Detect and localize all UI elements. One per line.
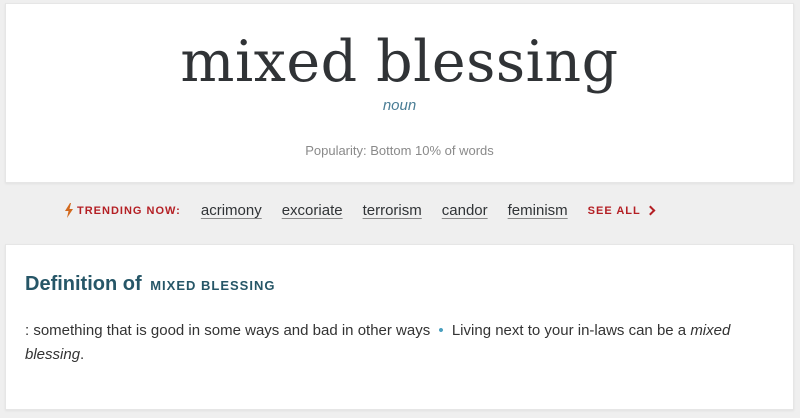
headword: mixed blessing <box>180 29 619 95</box>
example-text-after: . <box>80 346 85 363</box>
see-all-link[interactable]: SEE ALL <box>587 204 656 217</box>
trending-link-feminism[interactable]: feminism <box>508 202 568 219</box>
chevron-right-icon <box>645 205 656 216</box>
trending-bar: TRENDING NOW: acrimony excoriate terrori… <box>64 202 656 219</box>
entry-header-card: mixed blessing noun Popularity: Bottom 1… <box>5 3 794 183</box>
definition-card: Definition of MIXED BLESSING : something… <box>5 244 794 410</box>
bullet-icon: • <box>438 322 444 339</box>
lightning-bolt-icon <box>65 203 73 218</box>
see-all-label: SEE ALL <box>587 204 641 217</box>
trending-link-excoriate[interactable]: excoriate <box>282 202 343 219</box>
trending-link-terrorism[interactable]: terrorism <box>363 202 422 219</box>
definition-heading-word: MIXED BLESSING <box>150 278 276 293</box>
part-of-speech[interactable]: noun <box>6 97 793 114</box>
trending-label: TRENDING NOW: <box>77 204 181 217</box>
definition-body: : something that is good in some ways an… <box>25 319 785 367</box>
example-text-before: Living next to your in-laws can be a <box>451 322 687 339</box>
definition-heading-prefix: Definition of <box>25 273 142 295</box>
popularity-text: Popularity: Bottom 10% of words <box>305 143 494 158</box>
definition-heading: Definition of MIXED BLESSING <box>25 273 275 296</box>
trending-link-candor[interactable]: candor <box>442 202 488 219</box>
trending-link-acrimony[interactable]: acrimony <box>201 202 262 219</box>
definition-text: : something that is good in some ways an… <box>25 322 431 339</box>
